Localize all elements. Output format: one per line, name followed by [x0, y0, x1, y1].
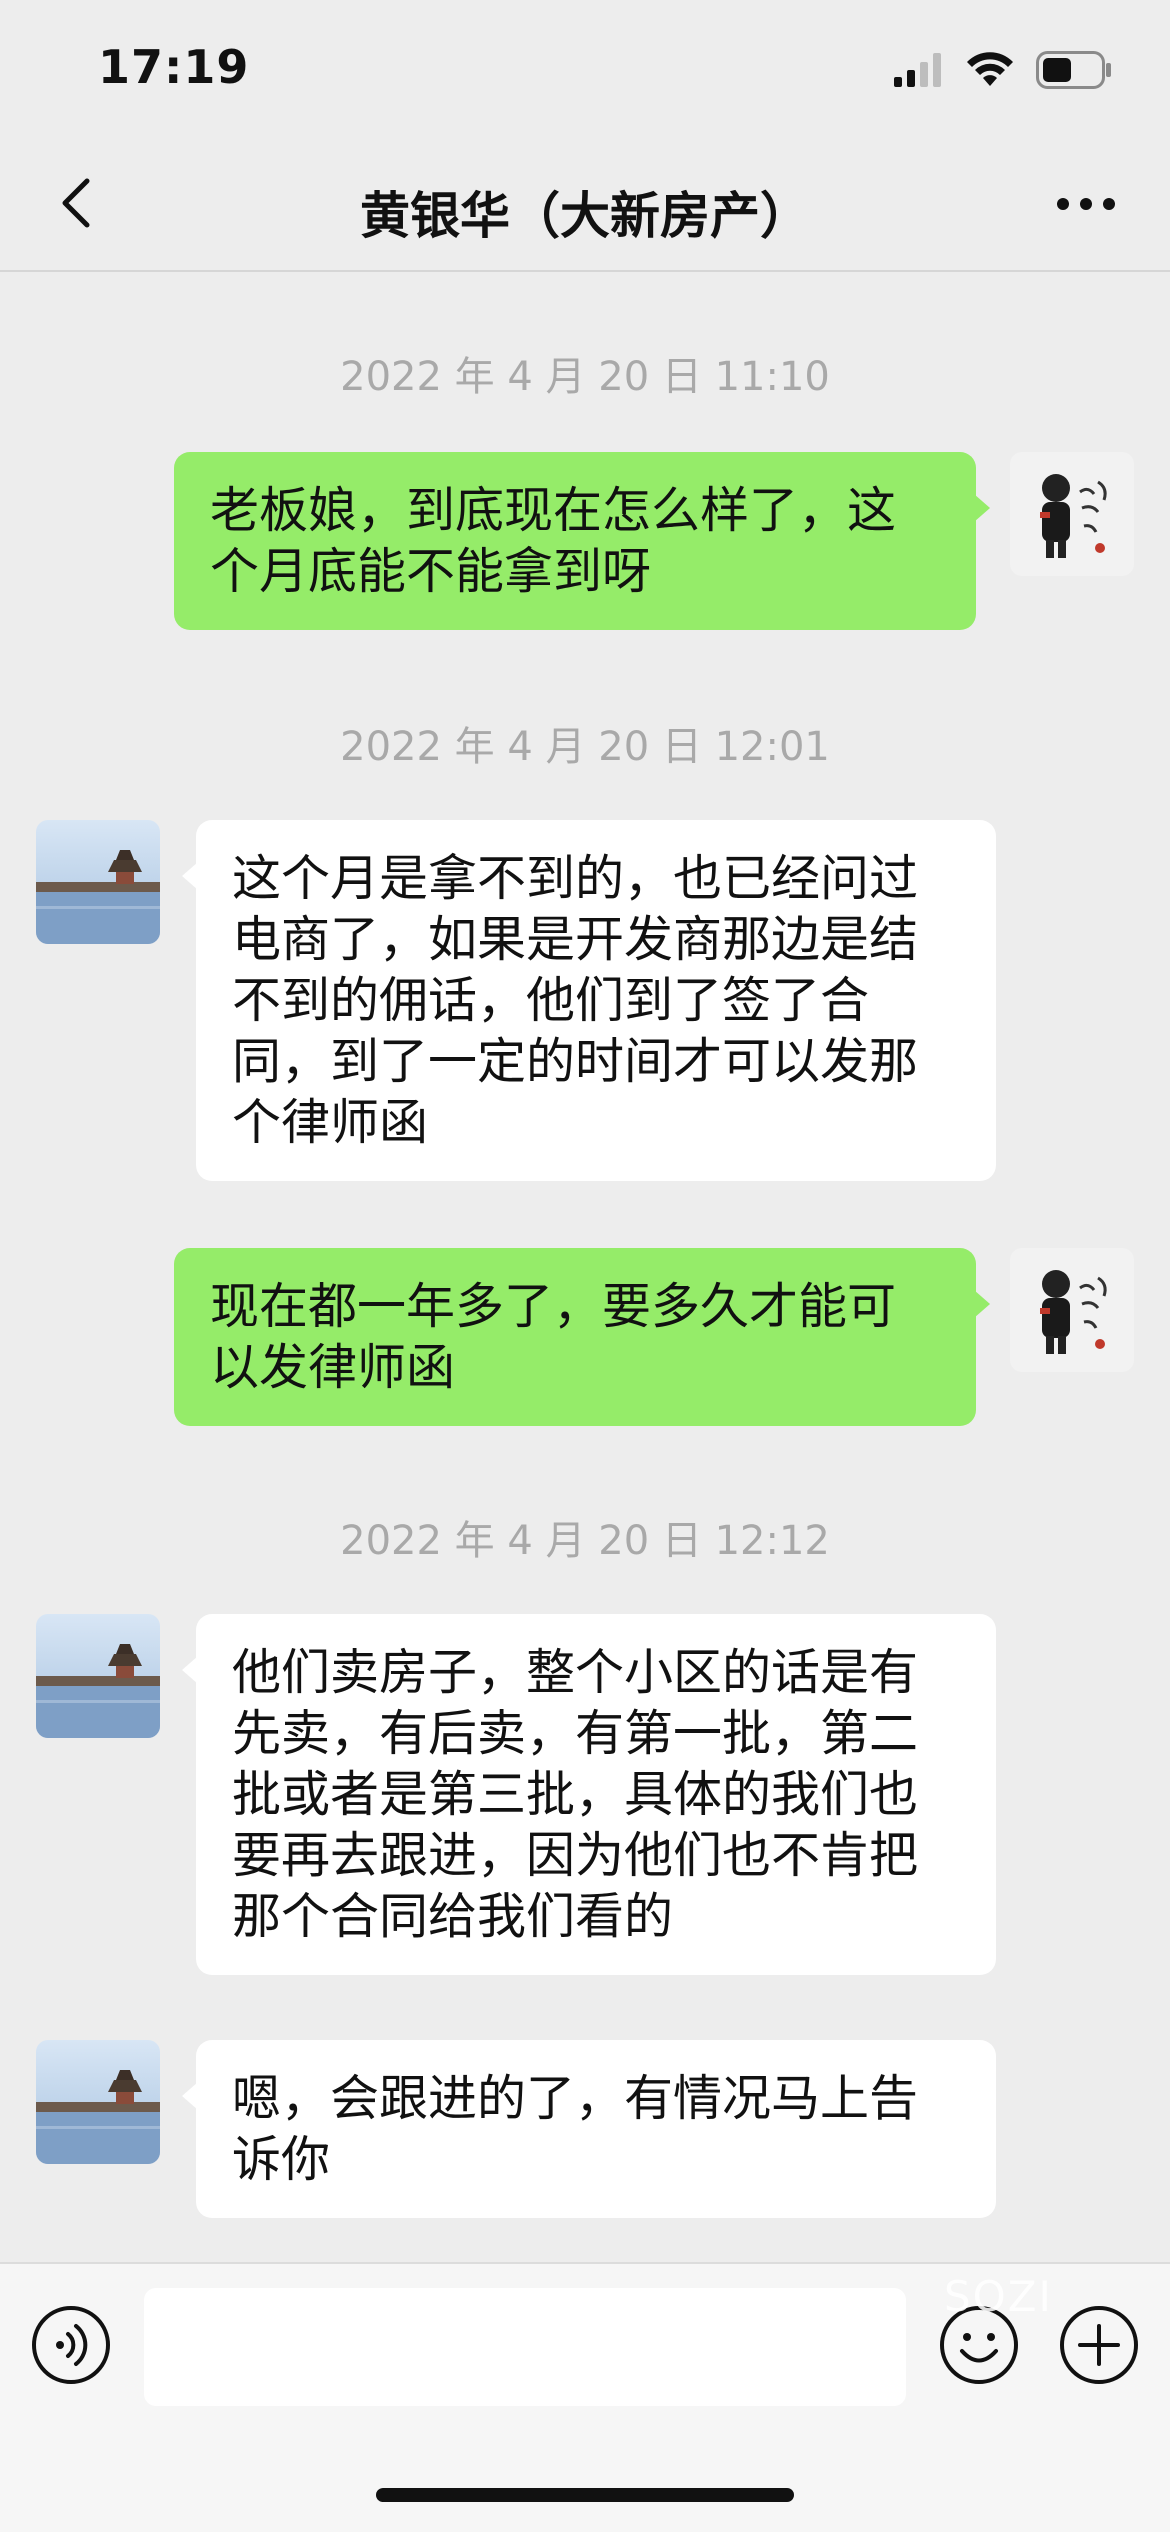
message-timestamp: 2022 年 4 月 20 日 12:12 [340, 1518, 830, 1564]
contact-avatar[interactable] [36, 820, 160, 944]
contact-avatar[interactable] [36, 1614, 160, 1738]
received-message-bubble[interactable]: 这个月是拿不到的，也已经问过电商了，如果是开发商那边是结不到的佣话，他们到了签了… [182, 820, 996, 1181]
contact-avatar[interactable] [36, 2040, 160, 2164]
wifi-icon [966, 52, 1014, 92]
plus-icon [1058, 2306, 1140, 2390]
status-bar: 17:19 [0, 0, 1170, 140]
sent-message-bubble[interactable]: 老板娘，到底现在怎么样了，这个月底能不能拿到呀 [174, 452, 990, 630]
received-message-bubble[interactable]: 嗯，会跟进的了，有情况马上告诉你 [182, 2040, 996, 2218]
signal-icon [894, 53, 944, 91]
chevron-left-icon [57, 175, 97, 235]
status-time: 17:19 [98, 40, 250, 94]
watermark: SOZI [944, 2272, 1053, 2321]
sent-message-bubble[interactable]: 现在都一年多了，要多久才能可以发律师函 [174, 1248, 990, 1426]
my-avatar[interactable] [1010, 1248, 1134, 1372]
voice-icon [30, 2306, 112, 2390]
back-button[interactable] [40, 168, 114, 242]
nav-bar: 黄银华（大新房产） [0, 140, 1170, 272]
plus-button[interactable] [1058, 2304, 1140, 2386]
emoji-icon [938, 2306, 1020, 2390]
battery-icon [1036, 51, 1112, 93]
status-icons [894, 50, 1112, 94]
received-message-bubble[interactable]: 他们卖房子，整个小区的话是有先卖，有后卖，有第一批，第二批或者是第三批，具体的我… [182, 1614, 996, 1975]
voice-button[interactable] [30, 2304, 112, 2386]
more-button[interactable] [1046, 168, 1126, 242]
chat-title: 黄银华（大新房产） [360, 187, 810, 245]
home-indicator[interactable] [376, 2488, 794, 2502]
my-avatar[interactable] [1010, 452, 1134, 576]
more-dots-icon [1056, 196, 1116, 215]
message-timestamp: 2022 年 4 月 20 日 12:01 [340, 724, 830, 770]
message-timestamp: 2022 年 4 月 20 日 11:10 [340, 354, 830, 400]
message-input[interactable] [144, 2288, 906, 2406]
chat-screen: 17:19 黄银华（大新房产） 2022 年 4 月 20 日 11:10 老板… [0, 0, 1170, 2532]
